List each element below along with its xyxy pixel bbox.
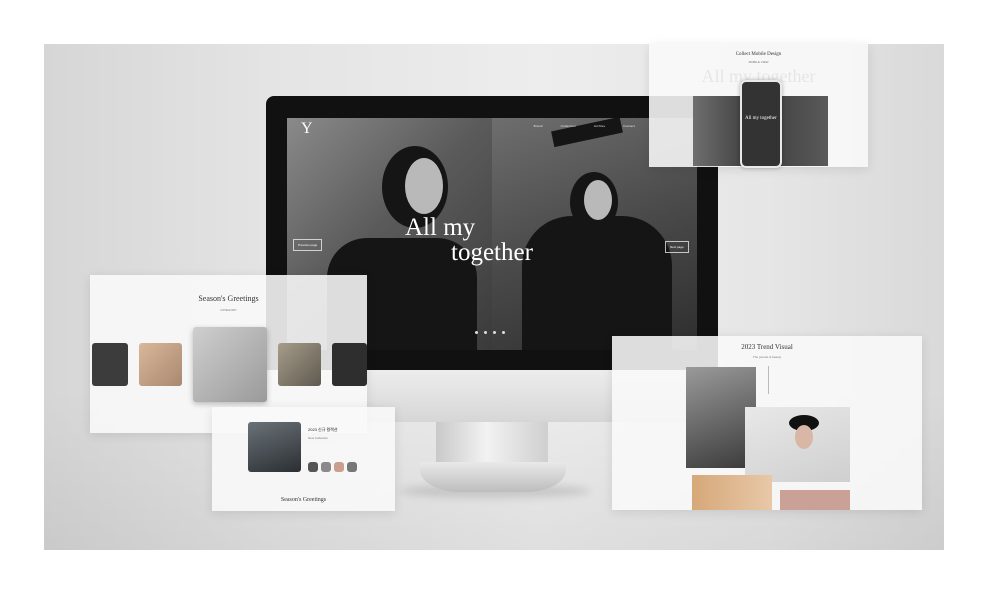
model-right-body xyxy=(522,216,672,350)
slider-dot[interactable] xyxy=(475,331,478,334)
next-page-button[interactable]: Next page xyxy=(665,241,689,253)
detail-subheading: New Collection xyxy=(308,436,329,440)
greetings-subtitle: CATEGORY xyxy=(220,308,237,312)
trend-photo-duo[interactable] xyxy=(692,475,772,510)
nav-item-collection[interactable]: Collection xyxy=(561,124,576,128)
model-right-face xyxy=(584,180,612,220)
product-mini-thumb[interactable] xyxy=(347,462,357,472)
mobile-subtitle: MOBILE VIEW xyxy=(748,60,769,64)
detail-panel: 2023 신규 컬렉션 New Collection Season's Gree… xyxy=(212,407,395,511)
trend-photo-hat[interactable] xyxy=(745,407,850,482)
jewelry-thumb[interactable] xyxy=(139,343,182,386)
slider-pagination xyxy=(475,331,505,334)
site-nav: Brand Collection Archive Contact xyxy=(534,124,635,128)
model-left-face xyxy=(405,158,443,214)
hero-headline-line-2: together xyxy=(451,239,533,266)
divider-line xyxy=(768,366,769,394)
detail-bottom-title: Season's Greetings xyxy=(280,497,327,503)
trend-subtitle: The pursuit of beauty xyxy=(752,355,782,359)
detail-heading: 2023 신규 컬렉션 xyxy=(308,427,338,432)
site-logo[interactable]: Y xyxy=(301,120,313,138)
slider-dot[interactable] xyxy=(484,331,487,334)
monitor-stand-base xyxy=(420,462,566,492)
prev-page-button[interactable]: Previous page xyxy=(293,239,323,251)
trend-title: 2023 Trend Visual xyxy=(741,343,793,351)
nav-item-contact[interactable]: Contact xyxy=(623,124,635,128)
model-right-arm xyxy=(551,118,623,148)
product-mini-thumb[interactable] xyxy=(308,462,318,472)
greetings-title: Season's Greetings xyxy=(198,294,259,303)
model-photo[interactable] xyxy=(248,422,301,472)
phone-mockup: All my together xyxy=(740,80,782,168)
product-mini-thumb[interactable] xyxy=(334,462,344,472)
hero-headline-line-1: All my xyxy=(405,214,476,241)
jewelry-thumb-featured[interactable] xyxy=(193,327,267,402)
jewelry-thumb[interactable] xyxy=(92,343,128,386)
slider-dot[interactable] xyxy=(493,331,496,334)
product-mini-thumb[interactable] xyxy=(321,462,331,472)
nav-item-brand[interactable]: Brand xyxy=(534,124,543,128)
face-shape xyxy=(795,425,813,449)
phone-headline: All my together xyxy=(745,116,777,121)
nav-item-archive[interactable]: Archive xyxy=(594,124,605,128)
slider-dot[interactable] xyxy=(502,331,505,334)
trend-photo-portrait[interactable] xyxy=(780,490,850,510)
jewelry-thumb[interactable] xyxy=(278,343,321,386)
mobile-title: Collect Mobile Design xyxy=(735,52,782,57)
monitor-stand-neck xyxy=(436,422,548,466)
trend-panel: 2023 Trend Visual The pursuit of beauty xyxy=(612,336,922,510)
jewelry-thumb[interactable] xyxy=(332,343,367,386)
